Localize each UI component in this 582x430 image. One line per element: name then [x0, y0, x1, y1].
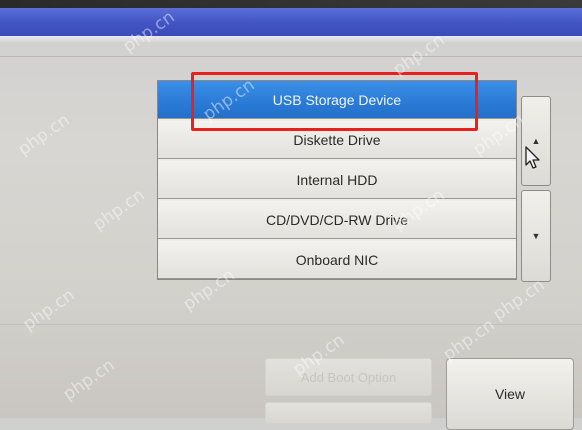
add-boot-option-button[interactable]: Add Boot Option	[265, 358, 432, 396]
boot-item-diskette-drive[interactable]: Diskette Drive	[158, 121, 516, 159]
triangle-down-icon: ▼	[531, 231, 541, 241]
watermark-text: php.cn	[89, 185, 149, 235]
triangle-up-icon: ▲	[531, 136, 541, 146]
screen-top-edge	[0, 0, 582, 8]
boot-item-internal-hdd[interactable]: Internal HDD	[158, 161, 516, 199]
boot-item-onboard-nic[interactable]: Onboard NIC	[158, 241, 516, 279]
watermark-text: php.cn	[59, 355, 119, 405]
watermark-text: php.cn	[489, 275, 549, 325]
boot-sequence-list: USB Storage Device Diskette Drive Intern…	[157, 80, 517, 280]
panel-separator	[0, 56, 582, 57]
boot-item-label: Diskette Drive	[293, 131, 381, 148]
add-boot-option-label: Add Boot Option	[300, 369, 397, 385]
boot-item-label: CD/DVD/CD-RW Drive	[265, 211, 409, 228]
lower-button[interactable]	[265, 402, 432, 424]
boot-item-label: USB Storage Device	[272, 91, 402, 108]
boot-item-label: Internal HDD	[296, 171, 378, 188]
scroll-up-button[interactable]: ▲	[521, 96, 551, 186]
watermark-text: php.cn	[14, 110, 74, 160]
watermark-text: php.cn	[19, 285, 79, 335]
boot-item-usb-storage-device[interactable]: USB Storage Device	[158, 81, 516, 119]
boot-item-cd-dvd-drive[interactable]: CD/DVD/CD-RW Drive	[158, 201, 516, 239]
view-button-label: View	[494, 386, 526, 402]
scroll-down-button[interactable]: ▼	[521, 190, 551, 282]
boot-item-label: Onboard NIC	[295, 251, 379, 268]
title-bar-sheen	[0, 36, 582, 42]
view-button[interactable]: View	[446, 358, 574, 430]
section-divider	[0, 324, 582, 325]
window-title-bar	[0, 8, 582, 36]
